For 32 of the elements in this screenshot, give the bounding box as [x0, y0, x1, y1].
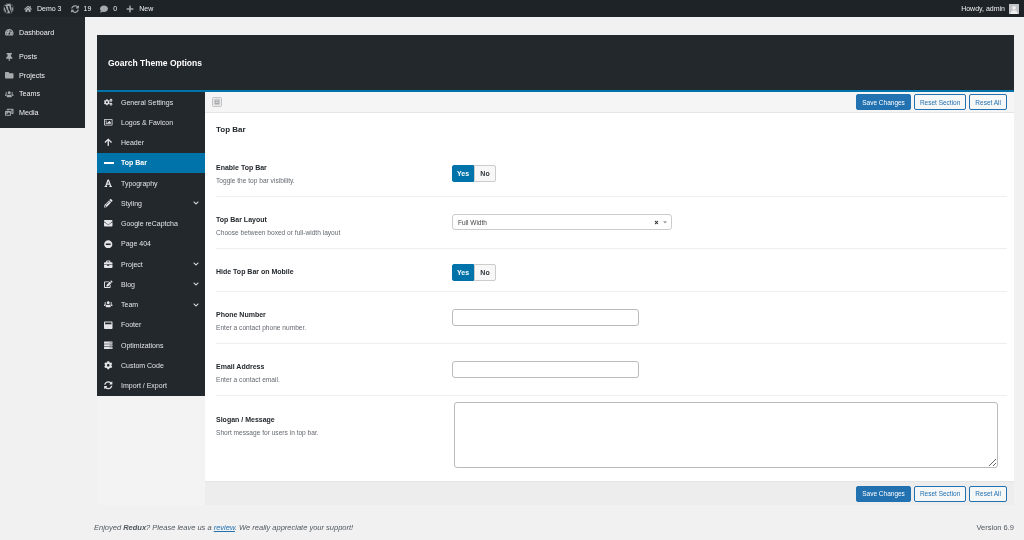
panel-title: Goarch Theme Options	[108, 57, 202, 68]
section-title: Top Bar	[216, 124, 247, 136]
pencil-icon	[104, 199, 113, 208]
server-icon	[104, 340, 113, 350]
comment-icon	[100, 4, 109, 13]
minus-icon	[103, 161, 114, 164]
textarea-field[interactable]	[454, 402, 998, 468]
image-icon	[104, 118, 113, 127]
list-icon[interactable]	[212, 97, 222, 107]
text-field[interactable]	[452, 361, 639, 378]
gears-icon	[104, 97, 113, 107]
users-icon	[104, 300, 113, 309]
folder-icon	[5, 71, 14, 80]
text-field[interactable]	[452, 309, 639, 326]
avatar-icon[interactable]	[1009, 3, 1019, 14]
envelope-icon	[104, 219, 113, 228]
briefcase-icon	[104, 259, 113, 269]
gear-icon	[104, 361, 113, 370]
edit-icon	[104, 280, 113, 289]
refresh-icon	[70, 4, 79, 13]
media-icon	[5, 108, 14, 117]
up-arrow-icon	[104, 138, 113, 147]
plus-icon	[126, 4, 135, 13]
font-icon	[104, 178, 113, 188]
gauge-icon	[5, 28, 14, 37]
clear-icon[interactable]	[654, 219, 659, 225]
window-icon	[104, 320, 113, 330]
pin-icon	[5, 52, 14, 61]
home-icon	[24, 4, 32, 13]
users-icon	[5, 89, 14, 98]
refresh-icon	[104, 381, 113, 390]
logo-icon[interactable]	[3, 3, 14, 14]
